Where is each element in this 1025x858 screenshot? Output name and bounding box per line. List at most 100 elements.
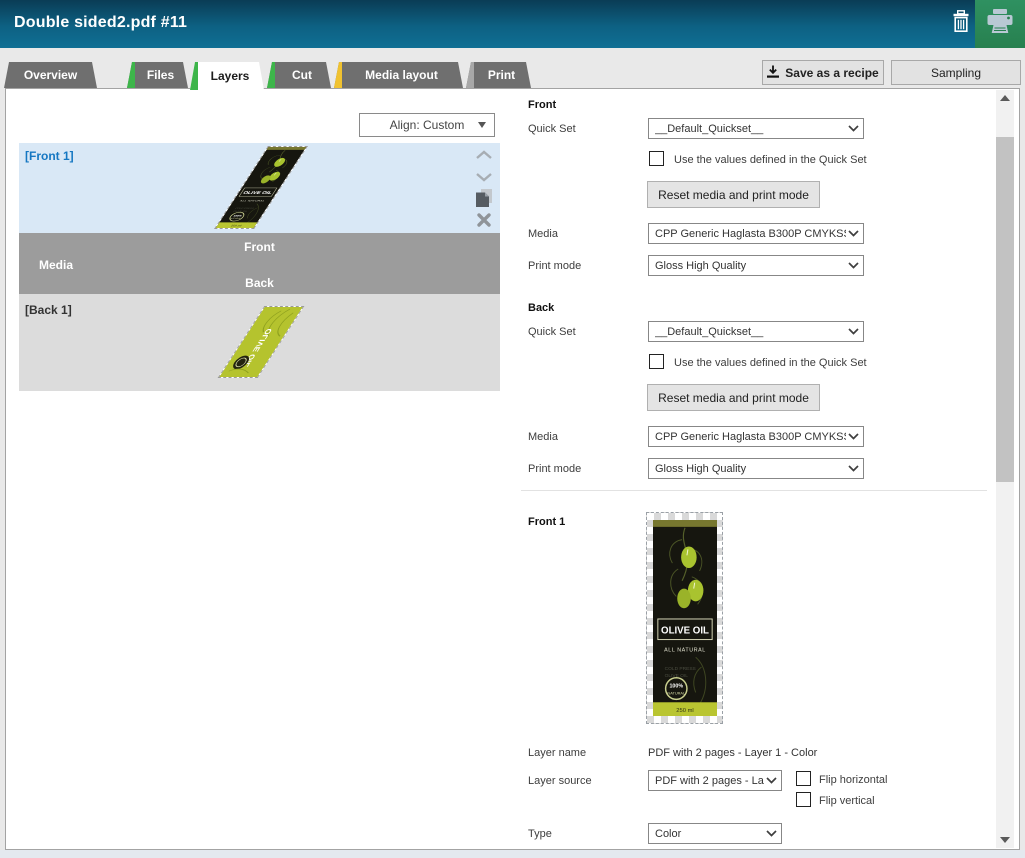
move-layer-up-button[interactable] — [472, 145, 496, 167]
tab-files[interactable]: Files — [127, 62, 188, 88]
tab-cut[interactable]: Cut — [267, 62, 331, 88]
trash-icon — [951, 10, 971, 38]
back-layer-row[interactable]: [Back 1] OLIVE OIL — [19, 294, 500, 391]
tab-media-layout-label: Media layout — [365, 68, 438, 82]
flip-vertical-checkbox[interactable] — [796, 792, 811, 807]
tab-print[interactable]: Print — [466, 62, 531, 88]
save-as-recipe-button[interactable]: Save as a recipe — [762, 60, 884, 85]
section-heading: Front — [528, 99, 556, 111]
layers-tab-content: OLIVE OIL ALL NATURAL COLD PRESS OLIVE O… — [5, 88, 1020, 850]
duplicate-layer-button[interactable] — [472, 189, 496, 211]
layer-name-value: PDF with 2 pages - Layer 1 - Color — [648, 747, 817, 759]
print-mode-dropdown[interactable]: Gloss High Quality — [648, 458, 864, 479]
tab-media-layout-status-stripe — [334, 62, 342, 88]
reset-button-label: Reset media and print mode — [658, 391, 809, 405]
sampling-button[interactable]: Sampling — [891, 60, 1021, 85]
layer-name-label: Layer name — [528, 747, 586, 759]
media-band: Front Media Back — [19, 233, 500, 294]
type-value: Color — [655, 828, 764, 840]
type-label: Type — [528, 828, 552, 840]
use-quick-set-label: Use the values defined in the Quick Set — [674, 154, 867, 166]
horizontal-scroll-area — [0, 850, 1025, 858]
type-dropdown[interactable]: Color — [648, 823, 782, 844]
back-layer-row-label: [Back 1] — [25, 303, 72, 317]
reset-media-print-mode-button[interactable]: Reset media and print mode — [647, 181, 820, 208]
tab-cut-label: Cut — [292, 68, 312, 82]
chevron-down-icon — [848, 328, 859, 335]
move-layer-down-button[interactable] — [472, 167, 496, 189]
media-value: CPP Generic Haglasta B300P CMYKSS-AU-3 — [655, 431, 846, 443]
tab-files-status-stripe — [127, 62, 135, 88]
front-row-actions — [472, 145, 496, 233]
sampling-label: Sampling — [931, 66, 981, 80]
scroll-down-button[interactable] — [996, 832, 1014, 848]
back-layer-thumbnail[interactable]: OLIVE OIL — [218, 306, 305, 378]
flip-horizontal-checkbox[interactable] — [796, 771, 811, 786]
front-layer-row[interactable]: [Front 1] — [19, 143, 500, 233]
chevron-up-icon — [475, 147, 493, 165]
chevron-down-icon — [478, 122, 486, 128]
front1-layer-preview — [646, 512, 723, 724]
tab-overview-label: Overview — [24, 68, 77, 82]
chevron-down-icon — [848, 262, 859, 269]
vertical-scrollbar[interactable] — [996, 90, 1014, 848]
quick-set-value: __Default_Quickset__ — [655, 123, 846, 135]
tab-layers-label: Layers — [211, 69, 250, 83]
print-mode-label: Print mode — [528, 260, 581, 272]
use-quick-set-checkbox[interactable] — [649, 151, 664, 166]
print-job-button[interactable] — [975, 0, 1025, 48]
use-quick-set-label: Use the values defined in the Quick Set — [674, 357, 867, 369]
triangle-down-icon — [1000, 837, 1010, 843]
delete-layer-button[interactable] — [472, 211, 496, 233]
reset-media-print-mode-button[interactable]: Reset media and print mode — [647, 384, 820, 411]
download-icon — [767, 65, 779, 81]
quick-set-dropdown[interactable]: __Default_Quickset__ — [648, 321, 864, 342]
layer-source-dropdown[interactable]: PDF with 2 pages - Layer 1 — [648, 770, 782, 791]
print-mode-value: Gloss High Quality — [655, 260, 846, 272]
chevron-down-icon — [848, 433, 859, 440]
tab-print-label: Print — [488, 68, 515, 82]
section-divider — [521, 490, 987, 491]
chevron-down-icon — [766, 777, 777, 784]
flip-vertical-label: Flip vertical — [819, 795, 875, 807]
quick-set-value: __Default_Quickset__ — [655, 326, 846, 338]
printer-icon — [985, 8, 1015, 40]
media-band-media-label: Media — [39, 258, 73, 272]
media-label: Media — [528, 228, 558, 240]
section-heading: Back — [528, 302, 554, 314]
scroll-up-button[interactable] — [996, 90, 1014, 106]
reset-button-label: Reset media and print mode — [658, 188, 809, 202]
align-dropdown-value: Align: Custom — [390, 118, 465, 132]
tab-files-label: Files — [147, 68, 174, 82]
layer-source-value: PDF with 2 pages - Layer 1 — [655, 775, 764, 787]
quick-set-dropdown[interactable]: __Default_Quickset__ — [648, 118, 864, 139]
close-icon — [476, 212, 492, 233]
chevron-down-icon — [848, 465, 859, 472]
media-band-front-label: Front — [19, 240, 500, 254]
flip-horizontal-label: Flip horizontal — [819, 774, 887, 786]
save-as-recipe-label: Save as a recipe — [785, 66, 878, 80]
tab-layers-status-stripe — [190, 62, 198, 90]
tab-print-status-stripe — [466, 62, 474, 88]
job-title: Double sided2.pdf #11 — [14, 14, 187, 32]
duplicate-icon — [475, 188, 493, 213]
tab-overview[interactable]: Overview — [4, 62, 97, 88]
front-layer-row-label: [Front 1] — [25, 149, 74, 163]
tab-layers[interactable]: Layers — [190, 62, 264, 90]
tab-cut-status-stripe — [267, 62, 275, 88]
scrollbar-thumb[interactable] — [996, 137, 1014, 482]
title-bar: Double sided2.pdf #11 — [0, 0, 1025, 48]
delete-job-button[interactable] — [944, 6, 978, 42]
media-label: Media — [528, 431, 558, 443]
use-quick-set-checkbox[interactable] — [649, 354, 664, 369]
print-mode-dropdown[interactable]: Gloss High Quality — [648, 255, 864, 276]
media-dropdown[interactable]: CPP Generic Haglasta B300P CMYKSS-AU-3 — [648, 426, 864, 447]
tab-media-layout[interactable]: Media layout — [334, 62, 463, 88]
quick-set-label: Quick Set — [528, 326, 576, 338]
chevron-down-icon — [766, 830, 777, 837]
front-layer-thumbnail[interactable] — [214, 146, 308, 229]
chevron-down-icon — [848, 125, 859, 132]
media-value: CPP Generic Haglasta B300P CMYKSS-AU-3 — [655, 228, 846, 240]
align-dropdown[interactable]: Align: Custom — [359, 113, 495, 137]
media-dropdown[interactable]: CPP Generic Haglasta B300P CMYKSS-AU-3 — [648, 223, 864, 244]
